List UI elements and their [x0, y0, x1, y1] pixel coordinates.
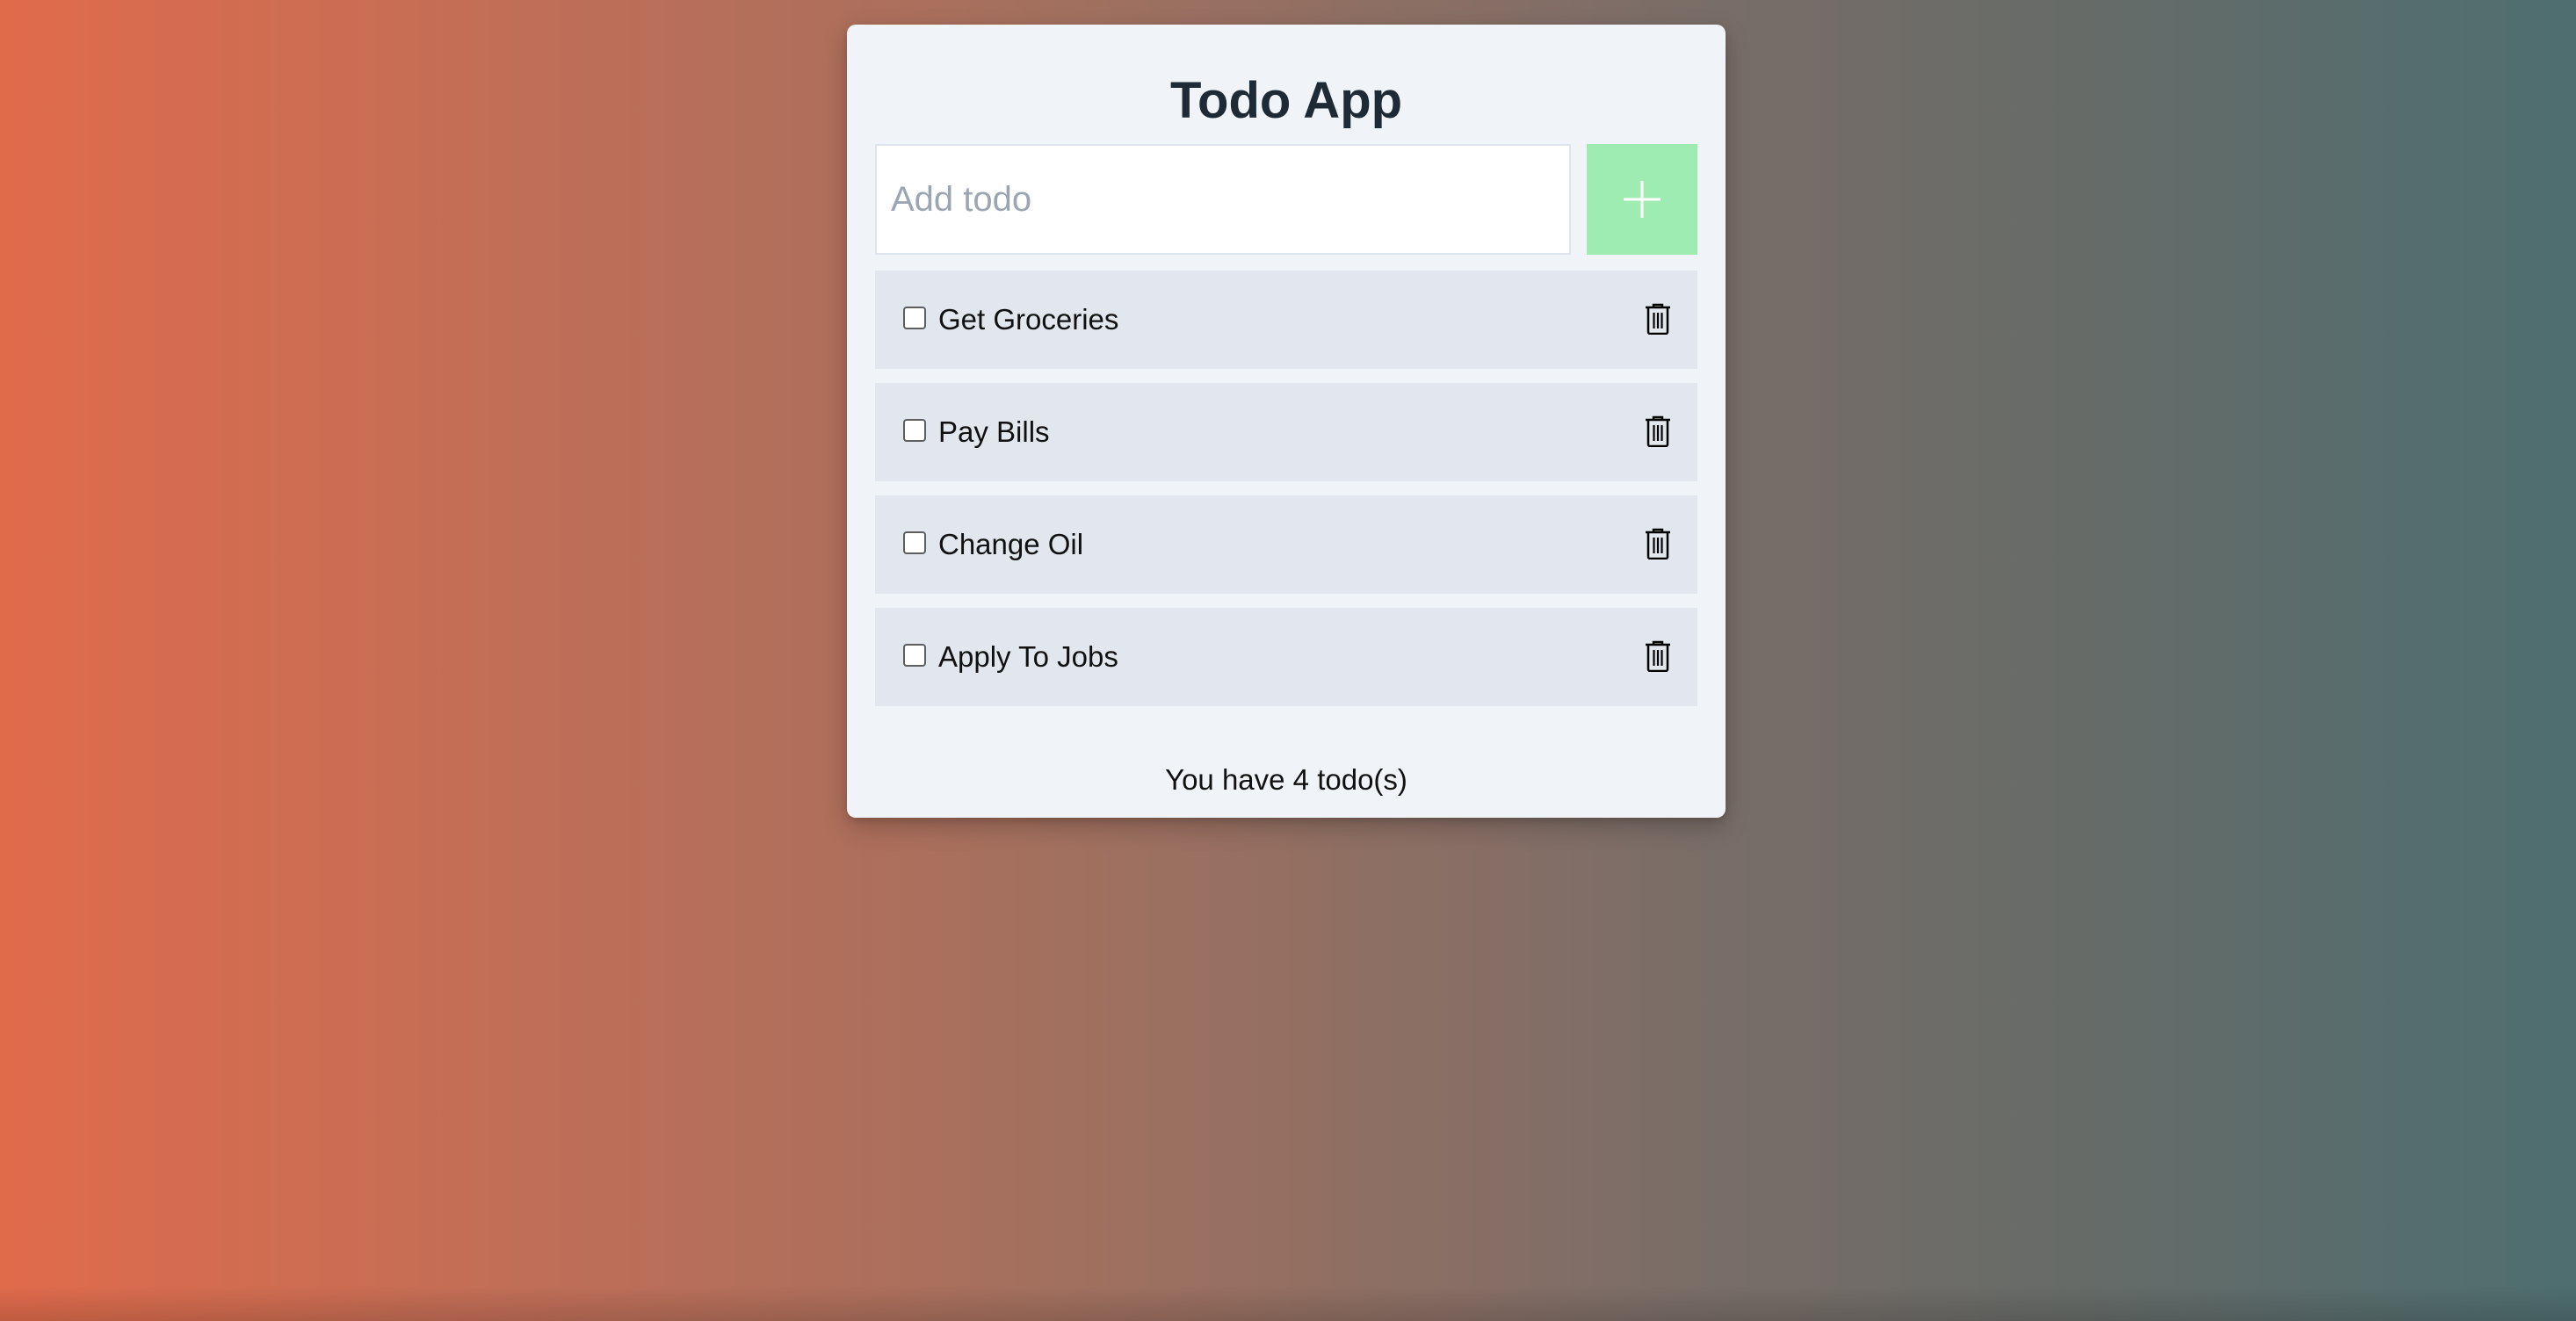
todo-label: Pay Bills [938, 415, 1050, 448]
todo-label: Apply To Jobs [938, 640, 1118, 673]
add-todo-row [875, 144, 1697, 256]
todo-item: Change Oil [875, 495, 1697, 594]
todo-checkbox[interactable] [903, 307, 926, 329]
trash-icon [1646, 415, 1670, 447]
todo-count: You have 4 todo(s) [1165, 763, 1407, 796]
add-todo-input[interactable] [875, 144, 1571, 255]
todo-card: Todo App Get Groceries [847, 25, 1726, 818]
plus-icon [1624, 181, 1661, 218]
todo-item: Apply To Jobs [875, 608, 1697, 706]
todo-label: Get Groceries [938, 303, 1119, 336]
todo-item: Get Groceries [875, 271, 1697, 369]
todo-checkbox[interactable] [903, 531, 926, 554]
todo-checkbox[interactable] [903, 419, 926, 442]
todo-label: Change Oil [938, 528, 1084, 560]
todo-list: Get Groceries Pay Bills Change Oil Apply… [875, 271, 1697, 720]
page-bottom-shade [0, 1286, 2576, 1321]
delete-todo-button[interactable] [1638, 523, 1678, 564]
todo-checkbox[interactable] [903, 644, 926, 667]
trash-icon [1646, 528, 1670, 559]
add-todo-button[interactable] [1587, 144, 1697, 255]
delete-todo-button[interactable] [1638, 411, 1678, 451]
trash-icon [1646, 640, 1670, 672]
todo-item: Pay Bills [875, 383, 1697, 481]
delete-todo-button[interactable] [1638, 299, 1678, 339]
app-title: Todo App [1169, 72, 1403, 129]
trash-icon [1646, 303, 1670, 335]
delete-todo-button[interactable] [1638, 636, 1678, 676]
